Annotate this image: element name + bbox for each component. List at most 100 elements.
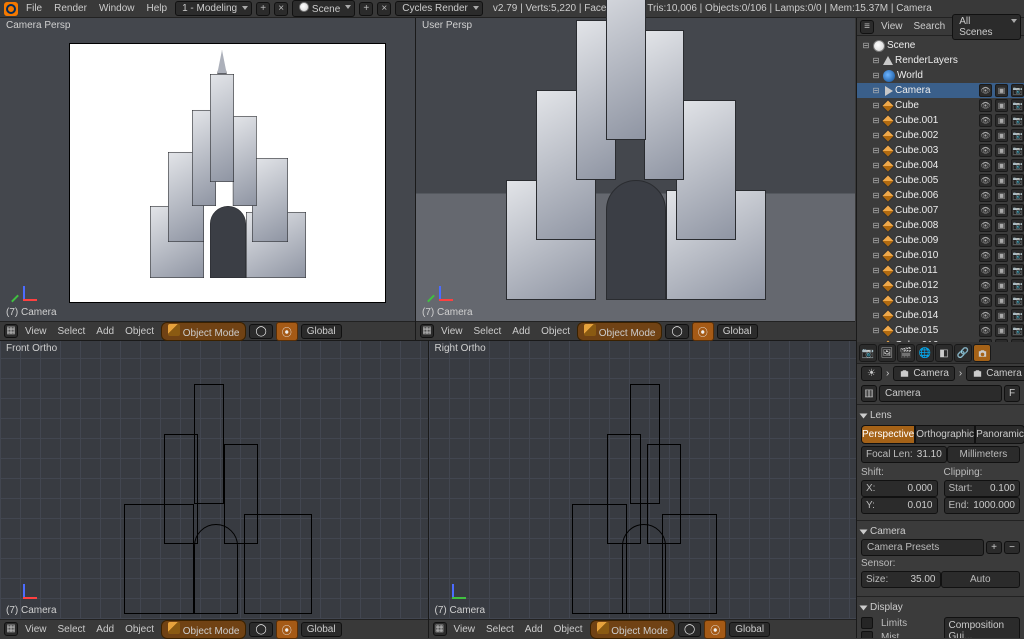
mode-dropdown[interactable]: Object Mode	[161, 322, 246, 341]
hdr-select[interactable]: Select	[54, 326, 90, 337]
render-toggle[interactable]: 📷	[1011, 99, 1024, 112]
render-toggle[interactable]: 📷	[1011, 219, 1024, 232]
select-toggle[interactable]: ▣	[995, 249, 1008, 262]
orientation-dropdown[interactable]: Global	[717, 324, 758, 339]
viewport-camera[interactable]: Camera Persp (7) Camera ▦ View Select Ad…	[0, 18, 415, 340]
render-toggle[interactable]: 📷	[1011, 144, 1024, 157]
visibility-toggle[interactable]: 👁	[979, 324, 992, 337]
camera-name-field[interactable]: Camera	[879, 385, 1002, 402]
shading-selector[interactable]: ◯	[249, 324, 272, 339]
outliner-row[interactable]: ⊟RenderLayers	[857, 53, 1024, 68]
limits-checkbox[interactable]	[861, 617, 873, 629]
visibility-toggle[interactable]: 👁	[979, 309, 992, 322]
editor-type-icon[interactable]: ▦	[4, 622, 18, 636]
outliner-row[interactable]: ⊟Cube.003👁▣📷	[857, 143, 1024, 158]
render-toggle[interactable]: 📷	[1011, 129, 1024, 142]
visibility-toggle[interactable]: 👁	[979, 159, 992, 172]
hdr-add[interactable]: Add	[92, 326, 118, 337]
editor-type-icon[interactable]: ▦	[420, 324, 434, 338]
outliner-row[interactable]: ⊟Camera👁▣📷	[857, 83, 1024, 98]
outliner-filter-dropdown[interactable]: All Scenes	[952, 14, 1021, 40]
preset-remove-button[interactable]: −	[1004, 541, 1020, 554]
select-toggle[interactable]: ▣	[995, 99, 1008, 112]
visibility-toggle[interactable]: 👁	[979, 84, 992, 97]
render-toggle[interactable]: 📷	[1011, 84, 1024, 97]
editor-type-icon[interactable]: ▦	[4, 324, 18, 338]
mode-dropdown[interactable]: Object Mode	[161, 620, 246, 639]
clip-end-field[interactable]: End:1000.000	[944, 497, 1021, 514]
visibility-toggle[interactable]: 👁	[979, 264, 992, 277]
hdr-object[interactable]: Object	[537, 326, 574, 337]
sensor-fit-dropdown[interactable]: Auto	[941, 571, 1021, 588]
outliner-row[interactable]: ⊟World	[857, 68, 1024, 83]
breadcrumb-scene[interactable]: ☀	[861, 366, 882, 381]
select-toggle[interactable]: ▣	[995, 219, 1008, 232]
shift-y-field[interactable]: Y:0.010	[861, 497, 938, 514]
sensor-size-field[interactable]: Size:35.00	[861, 571, 941, 588]
tab-renderlayer[interactable]: 🖼	[878, 344, 896, 362]
select-toggle[interactable]: ▣	[995, 324, 1008, 337]
render-toggle[interactable]: 📷	[1011, 309, 1024, 322]
composition-guides-dropdown[interactable]: Composition Gui...	[944, 617, 1021, 638]
outliner-row[interactable]: ⊟Cube.013👁▣📷	[857, 293, 1024, 308]
select-toggle[interactable]: ▣	[995, 204, 1008, 217]
lens-orthographic[interactable]: Orthographic	[915, 425, 975, 444]
outliner-row[interactable]: ⊟Cube.011👁▣📷	[857, 263, 1024, 278]
mode-dropdown[interactable]: Object Mode	[577, 322, 662, 341]
outliner-row[interactable]: ⊟Cube.012👁▣📷	[857, 278, 1024, 293]
preset-add-button[interactable]: +	[986, 541, 1002, 554]
hdr-add[interactable]: Add	[508, 326, 534, 337]
select-toggle[interactable]: ▣	[995, 84, 1008, 97]
select-toggle[interactable]: ▣	[995, 294, 1008, 307]
camera-presets-dropdown[interactable]: Camera Presets	[861, 539, 984, 556]
hdr-select[interactable]: Select	[470, 326, 506, 337]
shading-selector[interactable]: ◯	[665, 324, 688, 339]
outliner-row[interactable]: ⊟Cube.005👁▣📷	[857, 173, 1024, 188]
outliner[interactable]: ⊟Scene⊟RenderLayers⊟World⊟Camera👁▣📷⊟Cube…	[857, 36, 1024, 342]
hdr-view[interactable]: View	[21, 326, 51, 337]
render-engine-dropdown[interactable]: Cycles Render	[395, 1, 483, 16]
select-toggle[interactable]: ▣	[995, 189, 1008, 202]
tab-scene[interactable]: 🎬	[897, 344, 915, 362]
render-toggle[interactable]: 📷	[1011, 204, 1024, 217]
panel-display-title[interactable]: Display	[861, 600, 1020, 615]
menu-render[interactable]: Render	[50, 3, 91, 14]
properties-panel[interactable]: ☀ › Camera › Camera ▥ Camera F Lens Pers…	[857, 364, 1024, 638]
outliner-row[interactable]: ⊟Cube.010👁▣📷	[857, 248, 1024, 263]
visibility-toggle[interactable]: 👁	[979, 279, 992, 292]
panel-lens-title[interactable]: Lens	[861, 408, 1020, 423]
tab-object[interactable]: ◧	[935, 344, 953, 362]
screen-layout-dropdown[interactable]: 1 - Modeling	[175, 1, 252, 16]
visibility-toggle[interactable]: 👁	[979, 204, 992, 217]
mode-dropdown[interactable]: Object Mode	[590, 620, 675, 639]
scene-dropdown[interactable]: Scene	[292, 0, 355, 17]
visibility-toggle[interactable]: 👁	[979, 189, 992, 202]
tab-render[interactable]: 📷	[859, 344, 877, 362]
disclosure-icon[interactable]: ⊟	[871, 86, 881, 95]
select-toggle[interactable]: ▣	[995, 174, 1008, 187]
outliner-row[interactable]: ⊟Cube.014👁▣📷	[857, 308, 1024, 323]
viewport-front[interactable]: Front Ortho (7) Camera ▦ View Select Add…	[0, 341, 428, 638]
render-toggle[interactable]: 📷	[1011, 324, 1024, 337]
shift-x-field[interactable]: X:0.000	[861, 480, 938, 497]
outliner-row[interactable]: ⊟Cube.008👁▣📷	[857, 218, 1024, 233]
outliner-row[interactable]: ⊟Cube.001👁▣📷	[857, 113, 1024, 128]
editor-type-icon[interactable]: ≡	[860, 20, 874, 34]
visibility-toggle[interactable]: 👁	[979, 174, 992, 187]
render-toggle[interactable]: 📷	[1011, 279, 1024, 292]
outliner-search[interactable]: Search	[910, 21, 950, 32]
outliner-row[interactable]: ⊟Cube👁▣📷	[857, 98, 1024, 113]
menu-help[interactable]: Help	[143, 3, 172, 14]
render-toggle[interactable]: 📷	[1011, 174, 1024, 187]
editor-type-icon[interactable]: ▦	[433, 622, 447, 636]
tab-constraints[interactable]: 🔗	[954, 344, 972, 362]
breadcrumb-data[interactable]: Camera	[966, 366, 1024, 381]
select-toggle[interactable]: ▣	[995, 279, 1008, 292]
layout-add-button[interactable]: +	[256, 2, 270, 16]
render-toggle[interactable]: 📷	[1011, 114, 1024, 127]
render-toggle[interactable]: 📷	[1011, 249, 1024, 262]
menu-window[interactable]: Window	[95, 3, 139, 14]
outliner-row[interactable]: ⊟Cube.006👁▣📷	[857, 188, 1024, 203]
visibility-toggle[interactable]: 👁	[979, 129, 992, 142]
outliner-row[interactable]: ⊟Cube.002👁▣📷	[857, 128, 1024, 143]
